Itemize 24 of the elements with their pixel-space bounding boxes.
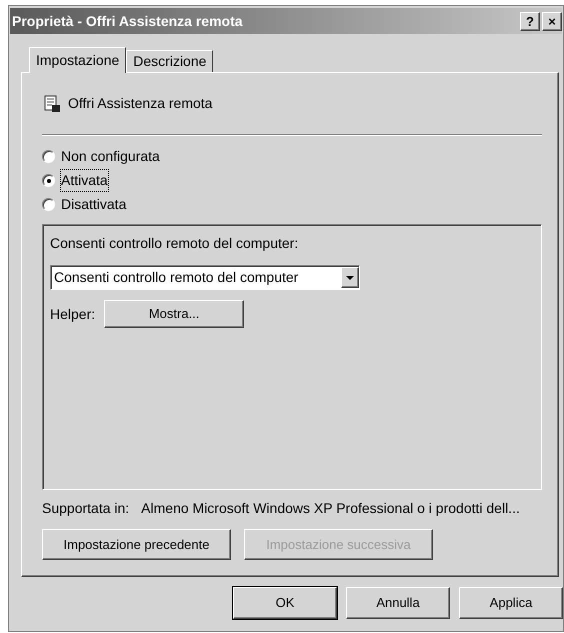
help-button[interactable]: ? <box>520 12 540 30</box>
tab[interactable]: Impostazione <box>29 47 126 73</box>
dialog-button[interactable]: Annulla <box>346 587 450 619</box>
helper-label: Helper: <box>50 304 96 324</box>
supported-label: Supportata in: <box>42 499 130 518</box>
radio-button[interactable] <box>42 150 55 163</box>
tab[interactable]: Descrizione <box>126 50 214 72</box>
radio-button[interactable] <box>42 174 55 187</box>
combo-box[interactable]: Consenti controllo remoto del computer <box>50 265 360 290</box>
radio-label: Attivata <box>61 170 108 191</box>
window-title: Proprietà - Offri Assistenza remota <box>12 12 244 31</box>
supported-value: Almeno Microsoft Windows XP Professional o i prodotti dell... <box>141 499 520 518</box>
dialog-button[interactable]: OK <box>233 587 337 619</box>
radio-label: Disattivata <box>61 195 126 214</box>
previous-setting-button[interactable]: Impostazione precedente <box>42 529 231 560</box>
close-button[interactable]: × <box>542 12 562 30</box>
radio-button[interactable] <box>42 198 55 211</box>
dropdown-arrow-icon <box>346 276 354 280</box>
radio-label: Non configurata <box>61 147 160 166</box>
dialog-button[interactable]: Applica <box>459 587 563 619</box>
group-label: Consenti controllo remoto del computer: <box>50 234 300 253</box>
show-button[interactable]: Mostra... <box>104 300 244 328</box>
policy-name: Offri Assistenza remota <box>68 94 212 113</box>
policy-icon <box>42 94 62 114</box>
